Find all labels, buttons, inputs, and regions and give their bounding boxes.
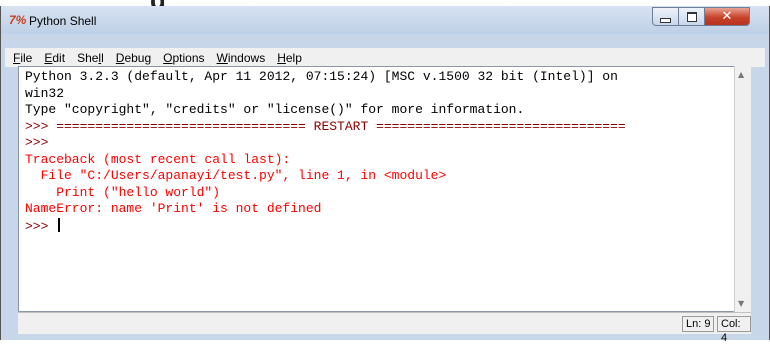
line-number-indicator: Ln: 9 [682, 316, 715, 332]
minimize-button[interactable] [652, 7, 679, 26]
shell-line: File "C:/Users/apanayi/test.py", line 1,… [25, 168, 447, 183]
status-bar: Ln: 9 Col: 4 [18, 312, 751, 344]
scroll-down-arrow-icon[interactable]: ▼ [738, 299, 744, 308]
close-button[interactable]: ✕ [704, 7, 750, 26]
menu-file[interactable]: File [13, 51, 32, 65]
text-cursor [58, 217, 61, 232]
shell-line: >>> [25, 135, 49, 150]
menu-bar: File Edit Shell Debug Options Windows Help [5, 48, 765, 67]
menu-options[interactable]: Options [163, 51, 204, 65]
menu-windows[interactable]: Windows [217, 51, 266, 65]
maximize-icon [686, 11, 697, 22]
scroll-up-arrow-icon[interactable]: ▲ [738, 70, 744, 79]
shell-line: Python 3.2.3 (default, Apr 11 2012, 07:1… [25, 69, 618, 84]
menu-edit[interactable]: Edit [44, 51, 65, 65]
python-logo-icon: 7% [9, 13, 27, 27]
close-icon: ✕ [721, 9, 733, 24]
shell-line: Traceback (most recent call last): [25, 151, 291, 167]
shell-line: NameError: name 'Print' is not defined [25, 201, 322, 216]
shell-text-area[interactable]: Python 3.2.3 (default, Apr 11 2012, 07:1… [18, 66, 751, 312]
menu-help[interactable]: Help [277, 51, 302, 65]
shell-line: Type "copyright", "credits" or "license(… [25, 102, 525, 117]
shell-line: Print ("hello world") [25, 184, 221, 200]
maximize-button[interactable] [678, 7, 705, 26]
window-title: Python Shell [29, 14, 97, 28]
column-number-indicator: Col: 4 [717, 316, 751, 344]
title-bar[interactable]: 7% Python Shell ✕ [1, 6, 769, 34]
shell-line: >>> ================================ RES… [25, 118, 626, 134]
shell-output: Python 3.2.3 (default, Apr 11 2012, 07:1… [25, 69, 626, 234]
menu-debug[interactable]: Debug [116, 51, 151, 65]
menu-shell[interactable]: Shell [77, 51, 104, 65]
shell-line: win32 [25, 85, 65, 101]
vertical-scrollbar[interactable]: ▲ ▼ [734, 66, 751, 312]
minimize-icon [660, 17, 671, 23]
shell-line: >>> [25, 217, 626, 235]
